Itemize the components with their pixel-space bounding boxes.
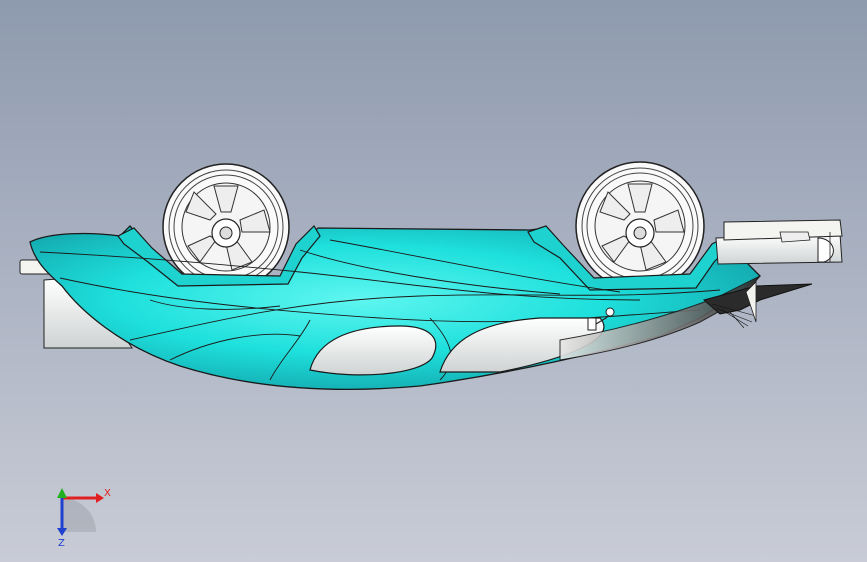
3d-viewport[interactable]: X Z [0,0,867,562]
z-axis-label: Z [58,538,65,549]
x-axis-label: X [104,488,111,499]
y-axis-arrow [57,488,67,498]
coordinate-triad: X Z [57,488,111,549]
triad-shadow [62,498,96,532]
